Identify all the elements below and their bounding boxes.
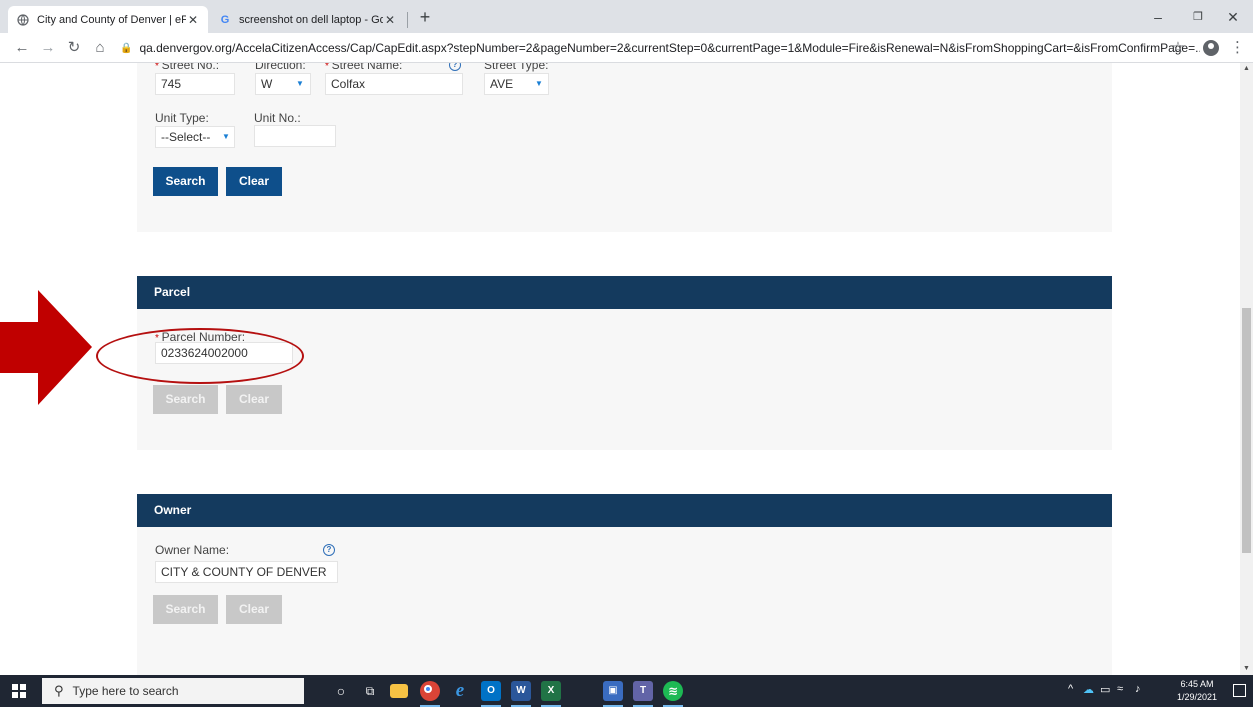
parcel-clear-button[interactable]: Clear: [226, 385, 282, 414]
back-arrow-icon[interactable]: ←: [12, 37, 32, 59]
tab-close-icon[interactable]: ✕: [186, 13, 200, 27]
owner-name-input[interactable]: CITY & COUNTY OF DENVER: [155, 561, 338, 583]
maximize-icon[interactable]: ❐: [1178, 4, 1218, 30]
clock-time: 6:45 AM: [1180, 679, 1214, 689]
chevron-down-icon: ▼: [296, 79, 304, 88]
unit-type-select[interactable]: --Select-- ▼: [155, 126, 235, 148]
address-clear-button[interactable]: Clear: [226, 167, 282, 196]
tab-title: City and County of Denver | ePerı: [37, 13, 186, 26]
google-g-icon: G: [220, 13, 230, 26]
parcel-panel: [137, 309, 1112, 450]
direction-select[interactable]: W ▼: [255, 73, 311, 95]
chevron-down-icon: ▼: [535, 79, 543, 88]
parcel-search-button[interactable]: Search: [153, 385, 218, 414]
street-no-input[interactable]: 745: [155, 73, 235, 95]
battery-icon[interactable]: ▭: [1100, 683, 1110, 696]
unit-type-label: Unit Type:: [155, 111, 209, 125]
tab-separator: [407, 12, 408, 28]
minimize-icon[interactable]: –: [1138, 4, 1178, 30]
taskbar-search-placeholder: Type here to search: [72, 684, 179, 698]
menu-kebab-icon[interactable]: ⋮: [1230, 37, 1245, 59]
cortana-icon[interactable]: ○: [331, 681, 351, 701]
owner-panel: [137, 527, 1112, 675]
photos-icon[interactable]: ▣: [603, 681, 623, 707]
volume-icon[interactable]: ♪: [1135, 683, 1141, 695]
direction-value: W: [261, 77, 273, 91]
new-tab-button[interactable]: +: [414, 6, 436, 28]
street-type-label: Street Type:: [484, 63, 549, 72]
close-window-icon[interactable]: ✕: [1213, 4, 1253, 30]
word-icon[interactable]: W: [511, 681, 531, 707]
browser-tab-bar: City and County of Denver | ePerı ✕ G sc…: [0, 0, 1253, 33]
chrome-icon[interactable]: [420, 681, 440, 707]
owner-section-header: Owner: [137, 494, 1112, 527]
street-no-label: * Street No.:: [155, 63, 220, 72]
unit-no-label: Unit No.:: [254, 111, 301, 125]
action-center-icon[interactable]: [1233, 684, 1246, 697]
forward-arrow-icon[interactable]: →: [38, 37, 58, 59]
owner-name-label: Owner Name:: [155, 543, 230, 557]
home-icon[interactable]: ⌂: [90, 37, 110, 59]
scroll-up-icon[interactable]: ▲: [1240, 63, 1253, 75]
red-arrow-annotation-icon: [0, 290, 92, 405]
browser-toolbar: ← → ↻ ⌂ 🔒 qa.denvergov.org/AccelaCitizen…: [0, 33, 1253, 63]
outlook-icon[interactable]: O: [481, 681, 501, 707]
address-search-button[interactable]: Search: [153, 167, 218, 196]
scroll-down-icon[interactable]: ▼: [1240, 663, 1253, 675]
address-bar[interactable]: 🔒 qa.denvergov.org/AccelaCitizenAccess/C…: [120, 36, 1200, 60]
tab-google-search[interactable]: G screenshot on dell laptop - Goog ✕: [210, 6, 405, 33]
url-text: qa.denvergov.org/AccelaCitizenAccess/Cap…: [139, 41, 1200, 55]
reload-icon[interactable]: ↻: [64, 37, 84, 59]
wifi-icon[interactable]: ≈: [1117, 683, 1123, 695]
taskbar-search-box[interactable]: ⚲ Type here to search: [42, 678, 304, 704]
street-type-value: AVE: [490, 77, 514, 91]
clock-date: 1/29/2021: [1176, 692, 1218, 702]
red-circle-annotation: [96, 328, 304, 384]
page-viewport: * Street No.: Direction: * Street Name: …: [0, 63, 1240, 675]
owner-clear-button[interactable]: Clear: [226, 595, 282, 624]
onedrive-cloud-icon[interactable]: ☁: [1083, 683, 1094, 696]
direction-label: Direction:: [255, 63, 306, 72]
spotify-icon[interactable]: ≋: [663, 681, 683, 707]
profile-avatar-icon[interactable]: [1203, 40, 1219, 56]
scrollbar-thumb[interactable]: [1242, 308, 1251, 553]
file-explorer-icon[interactable]: [390, 684, 408, 698]
tab-denver-eperm[interactable]: City and County of Denver | ePerı ✕: [8, 6, 208, 33]
internet-explorer-icon[interactable]: e: [450, 681, 470, 701]
parcel-section-header: Parcel: [137, 276, 1112, 309]
bookmark-star-icon[interactable]: ☆: [1168, 37, 1188, 59]
help-icon[interactable]: ?: [323, 544, 335, 556]
tab-close-icon[interactable]: ✕: [383, 13, 397, 27]
windows-start-icon[interactable]: [12, 684, 26, 698]
search-icon: ⚲: [54, 683, 64, 698]
taskbar-clock[interactable]: 6:45 AM 1/29/2021: [1170, 678, 1224, 704]
excel-icon[interactable]: X: [541, 681, 561, 707]
vertical-scrollbar[interactable]: ▲ ▼: [1240, 63, 1253, 675]
tray-chevron-up-icon[interactable]: ^: [1068, 683, 1073, 695]
teams-icon[interactable]: T: [633, 681, 653, 707]
globe-icon: [16, 13, 30, 27]
unit-no-input[interactable]: [254, 125, 336, 147]
chevron-down-icon: ▼: [222, 132, 230, 141]
unit-type-value: --Select--: [161, 130, 211, 144]
task-view-icon[interactable]: ⧉: [360, 681, 380, 701]
street-type-select[interactable]: AVE ▼: [484, 73, 549, 95]
lock-icon: 🔒: [120, 42, 133, 54]
windows-taskbar: ⚲ Type here to search ○ ⧉ e O W X ▣ T ≋ …: [0, 675, 1253, 707]
tab-title: screenshot on dell laptop - Goog: [239, 13, 383, 26]
owner-search-button[interactable]: Search: [153, 595, 218, 624]
street-name-label: * Street Name:: [325, 63, 403, 72]
street-name-input[interactable]: Colfax: [325, 73, 463, 95]
